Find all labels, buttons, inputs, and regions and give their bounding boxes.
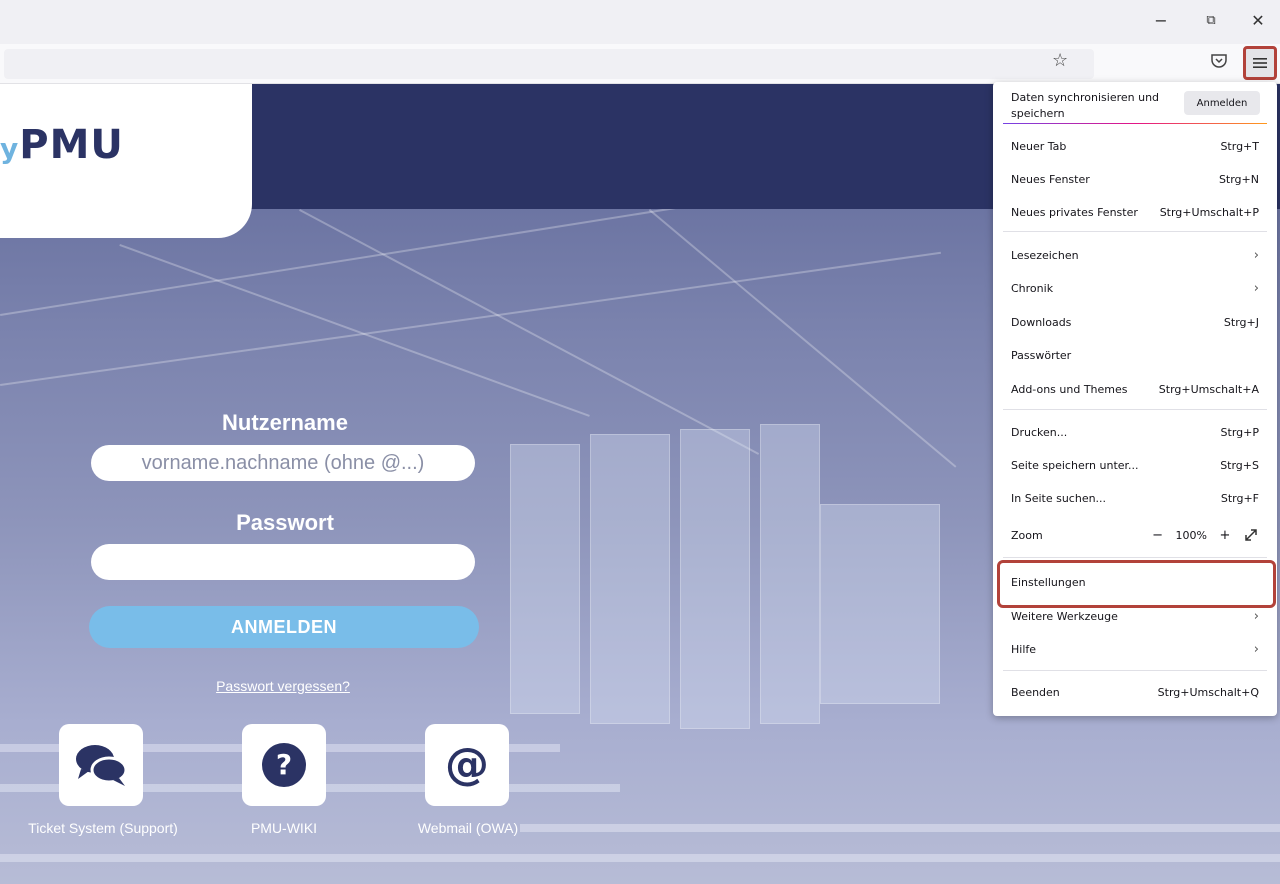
menu-item-zoom: Zoom − 100% + [1003, 520, 1267, 550]
menu-separator [1003, 409, 1267, 410]
chevron-right-icon: › [1253, 641, 1259, 657]
menu-item-help[interactable]: Hilfe › [1003, 634, 1267, 664]
pmu-wiki-label[interactable]: PMU-WIKI [228, 820, 340, 836]
sync-divider [1003, 123, 1267, 124]
browser-window: − ⧉ ✕ ☆ yPMU Nutzername vorname.nachname… [0, 0, 1280, 884]
chevron-right-icon: › [1253, 247, 1259, 263]
login-button[interactable]: ANMELDEN [89, 606, 479, 648]
webmail-label[interactable]: Webmail (OWA) [398, 820, 538, 836]
menu-item-downloads[interactable]: Downloads Strg+J [1003, 307, 1267, 337]
desk-row [520, 824, 1280, 832]
window-frame [510, 444, 580, 714]
title-bar: − ⧉ ✕ [0, 0, 1280, 44]
forgot-password-link[interactable]: Passwort vergessen? [200, 678, 366, 694]
settings-highlight [997, 560, 1276, 608]
pmu-wiki-tile[interactable]: ? [242, 724, 326, 806]
chevron-right-icon: › [1253, 280, 1259, 296]
nav-toolbar: ☆ [0, 44, 1280, 84]
pocket-icon[interactable] [1210, 52, 1228, 70]
app-menu: Daten synchronisieren und speichern Anme… [993, 82, 1277, 716]
menu-item-new-tab[interactable]: Neuer Tab Strg+T [1003, 131, 1267, 161]
username-placeholder: vorname.nachname (ohne @...) [141, 451, 425, 474]
menu-item-history[interactable]: Chronik › [1003, 273, 1267, 303]
star-icon[interactable]: ☆ [1052, 50, 1068, 71]
menu-item-passwords[interactable]: Passwörter [1003, 340, 1267, 370]
zoom-out-button[interactable]: − [1150, 527, 1166, 543]
close-button[interactable]: ✕ [1240, 4, 1276, 36]
password-input[interactable] [91, 544, 475, 580]
restore-button[interactable]: ⧉ [1193, 4, 1229, 36]
address-bar[interactable] [4, 49, 1094, 79]
minimize-icon: − [1154, 10, 1168, 30]
logo-card[interactable]: yPMU [0, 84, 252, 238]
sync-signin-button[interactable]: Anmelden [1184, 91, 1260, 115]
desk-row [0, 854, 1280, 862]
hamburger-menu-icon [1253, 58, 1267, 68]
menu-item-print[interactable]: Drucken... Strg+P [1003, 417, 1267, 447]
window-frame [760, 424, 820, 724]
menu-item-quit[interactable]: Beenden Strg+Umschalt+Q [1003, 677, 1267, 707]
menu-separator [1003, 557, 1267, 558]
zoom-value[interactable]: 100% [1176, 529, 1207, 542]
ticket-system-tile[interactable] [59, 724, 143, 806]
question-icon: ? [262, 743, 306, 787]
username-input[interactable]: vorname.nachname (ohne @...) [91, 445, 475, 481]
menu-separator [1003, 670, 1267, 671]
menu-item-addons[interactable]: Add-ons und Themes Strg+Umschalt+A [1003, 374, 1267, 404]
logo: yPMU [0, 122, 124, 168]
zoom-label: Zoom [1011, 528, 1043, 542]
window-frame [820, 504, 940, 704]
hamburger-menu-button[interactable] [1243, 46, 1277, 80]
menu-item-find-in-page[interactable]: In Seite suchen... Strg+F [1003, 483, 1267, 513]
sync-text: Daten synchronisieren und speichern [1011, 91, 1160, 120]
menu-item-new-window[interactable]: Neues Fenster Strg+N [1003, 164, 1267, 194]
chat-bubbles-icon [76, 745, 127, 786]
minimize-button[interactable]: − [1143, 4, 1179, 36]
zoom-in-button[interactable]: + [1217, 527, 1233, 543]
ticket-system-label[interactable]: Ticket System (Support) [10, 820, 196, 836]
window-frame [590, 434, 670, 724]
at-icon: @ [445, 739, 489, 790]
fullscreen-icon[interactable] [1243, 527, 1259, 543]
menu-item-new-private-window[interactable]: Neues privates Fenster Strg+Umschalt+P [1003, 197, 1267, 227]
menu-item-save-page[interactable]: Seite speichern unter... Strg+S [1003, 450, 1267, 480]
restore-icon: ⧉ [1206, 12, 1216, 28]
menu-separator [1003, 231, 1267, 232]
menu-item-bookmarks[interactable]: Lesezeichen › [1003, 240, 1267, 270]
svg-text:?: ? [276, 748, 292, 781]
webmail-tile[interactable]: @ [425, 724, 509, 806]
chevron-right-icon: › [1253, 608, 1259, 624]
ceiling-line [0, 251, 942, 386]
password-label: Passwort [236, 510, 334, 535]
username-label: Nutzername [222, 410, 348, 435]
svg-text:@: @ [445, 739, 489, 790]
zoom-controls: − 100% + [1150, 527, 1259, 543]
close-icon: ✕ [1251, 10, 1265, 30]
window-frame [680, 429, 750, 729]
ceiling-line [119, 244, 590, 417]
